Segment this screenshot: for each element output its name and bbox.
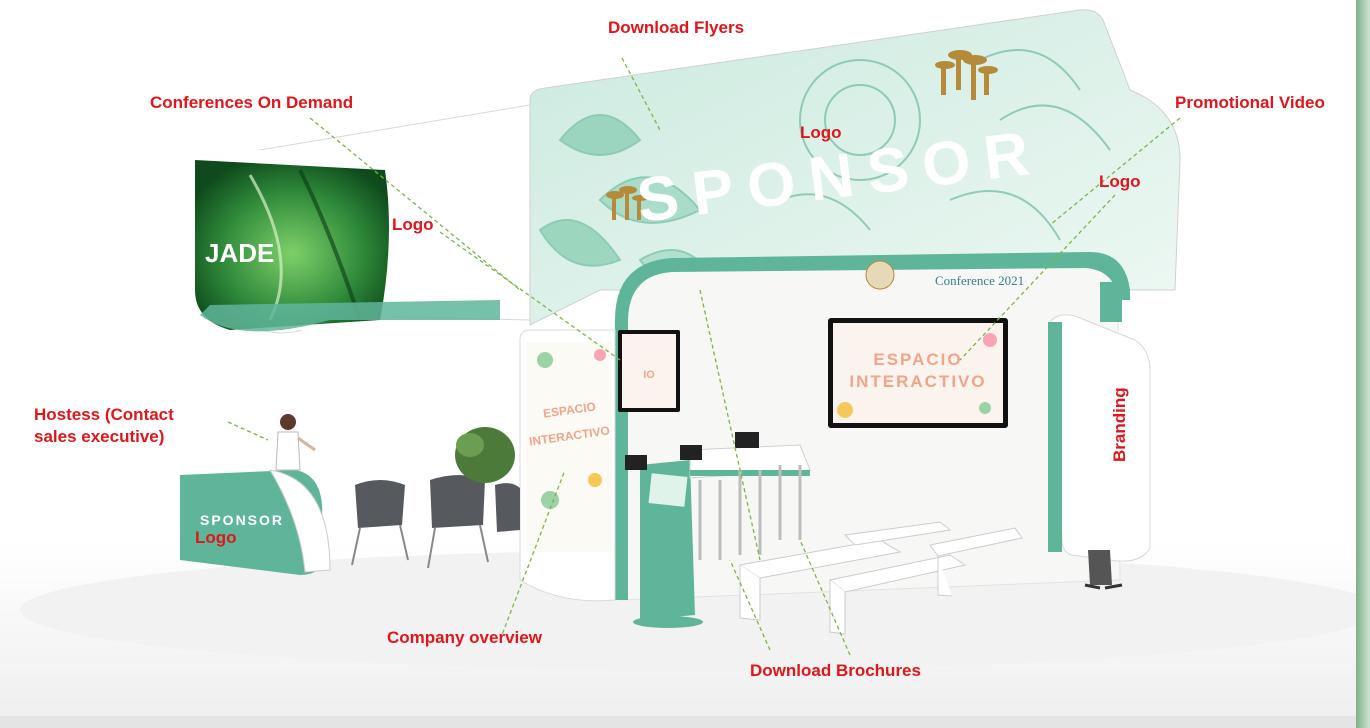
laptop-2	[680, 445, 702, 460]
right-edge-strip	[1356, 0, 1370, 728]
screen-text-1: ESPACIO	[873, 350, 962, 369]
right-wall-accent	[1100, 282, 1122, 322]
conferences-on-demand-label[interactable]: Conferences On Demand	[150, 93, 353, 113]
svg-text:IO: IO	[643, 369, 655, 381]
screen-text-2: INTERACTIVO	[849, 372, 986, 391]
booth-scene: SPONSOR JADE ESPACIO INTERACTIVO IO Conf…	[0, 0, 1370, 728]
laptop-1	[625, 455, 647, 470]
hostess-label[interactable]: Hostess (Contact sales executive)	[34, 404, 204, 448]
logo-label-top: Logo	[800, 123, 842, 142]
conference-caption: Conference 2021	[935, 273, 1024, 288]
counter-sponsor-text: SPONSOR	[200, 512, 284, 528]
kiosk-screen	[648, 473, 688, 507]
logo-label-right: Logo	[1099, 172, 1141, 191]
download-flyers-label[interactable]: Download Flyers	[608, 18, 744, 38]
conference-emblem	[865, 260, 895, 290]
branding-panel-edge	[1048, 322, 1062, 552]
hostess-figure	[275, 414, 316, 471]
floor-edge	[0, 716, 1370, 728]
branding-label: Branding	[1110, 387, 1129, 462]
branding-panel	[1049, 314, 1151, 562]
company-overview-label[interactable]: Company overview	[387, 628, 542, 648]
laptop-3	[735, 432, 759, 448]
promotional-video-label[interactable]: Promotional Video	[1175, 93, 1325, 113]
download-brochures-label[interactable]: Download Brochures	[750, 661, 921, 681]
logo-label-counter: Logo	[195, 528, 237, 547]
jade-text: JADE	[205, 238, 274, 268]
lounge-chairs	[355, 475, 520, 532]
logo-label-left: Logo	[392, 215, 434, 234]
